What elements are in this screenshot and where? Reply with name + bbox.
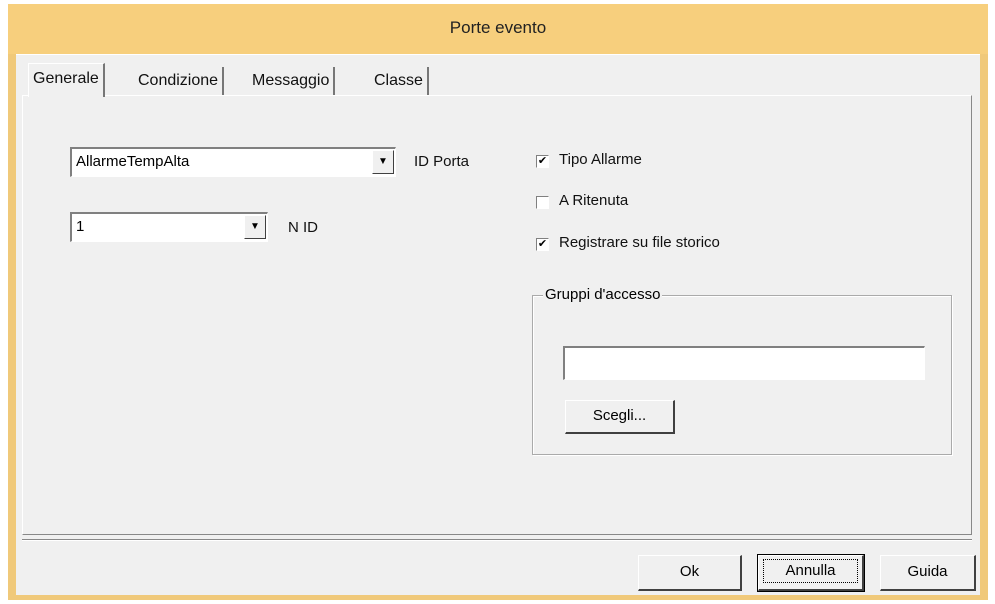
registrare-storico-checkbox[interactable]: ✔: [536, 238, 549, 251]
cancel-button-label: Annulla: [763, 559, 858, 583]
registrare-storico-label: Registrare su file storico: [559, 234, 720, 251]
help-button-label: Guida: [907, 563, 948, 580]
access-groups-input[interactable]: [563, 346, 925, 380]
n-id-dropdown-button[interactable]: ▼: [244, 215, 266, 239]
tab-condizione[interactable]: Condizione: [134, 67, 225, 95]
n-id-label: N ID: [288, 219, 318, 236]
access-groups-groupbox: Gruppi d'accesso Scegli...: [532, 286, 952, 455]
port-id-combobox[interactable]: AllarmeTempAlta ▼: [70, 147, 396, 177]
access-groups-legend: Gruppi d'accesso: [543, 286, 663, 303]
dialog-client-area: Generale Condizione Messaggio Classe All…: [16, 54, 980, 595]
choose-button-label: Scegli...: [592, 407, 647, 424]
help-button[interactable]: Guida: [880, 555, 976, 591]
tab-messaggio[interactable]: Messaggio: [248, 67, 336, 95]
n-id-value: 1: [76, 218, 85, 235]
window-title: Porte evento: [449, 18, 547, 37]
dialog-window: Porte evento Generale Condizione Messagg…: [8, 4, 988, 600]
chevron-down-icon: ▼: [378, 156, 388, 167]
checkmark-icon: ✔: [537, 238, 548, 250]
n-id-combobox[interactable]: 1 ▼: [70, 212, 268, 242]
cancel-button[interactable]: Annulla: [757, 554, 865, 592]
tab-generale[interactable]: Generale: [28, 63, 105, 97]
ok-button[interactable]: Ok: [638, 555, 742, 591]
chevron-down-icon: ▼: [250, 221, 260, 232]
footer-separator: [22, 539, 972, 541]
tipo-allarme-label: Tipo Allarme: [559, 151, 642, 168]
tab-classe[interactable]: Classe: [370, 67, 429, 95]
port-id-dropdown-button[interactable]: ▼: [372, 150, 394, 174]
title-bar[interactable]: Porte evento: [8, 4, 988, 54]
tipo-allarme-checkbox[interactable]: ✔: [536, 155, 549, 168]
checkmark-icon: ✔: [537, 155, 548, 167]
port-id-label: ID Porta: [414, 153, 470, 170]
a-ritenuta-label: A Ritenuta: [559, 192, 629, 209]
ok-button-label: Ok: [679, 563, 700, 580]
a-ritenuta-checkbox[interactable]: [536, 196, 549, 209]
port-id-value: AllarmeTempAlta: [76, 153, 190, 170]
choose-button[interactable]: Scegli...: [565, 400, 675, 434]
